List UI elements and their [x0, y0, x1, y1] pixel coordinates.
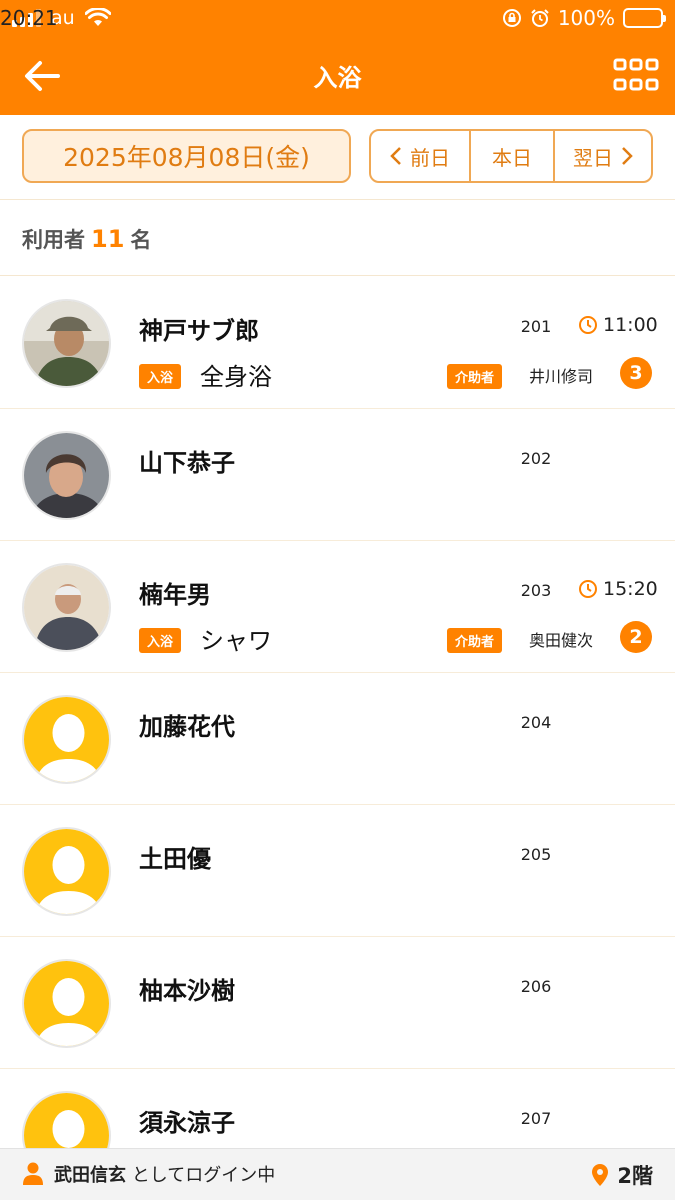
resident-list: 神戸サブ郎 201 11:00 入浴 全身浴 介助者 井川修司 3 山下恭子 2… [0, 277, 675, 1200]
avatar [22, 431, 111, 520]
avatar [22, 827, 111, 916]
helper-name: 井川修司 [529, 367, 594, 386]
floor-selector[interactable]: 2階 [591, 1160, 653, 1190]
elder-woman-photo [24, 433, 109, 518]
rotation-lock-icon [502, 9, 521, 27]
count-prefix: 利用者 [22, 228, 85, 252]
bath-time-value: 15:20 [603, 578, 658, 600]
helper-badge: 介助者 [447, 364, 503, 389]
person-placeholder-icon [24, 697, 109, 782]
person-icon [23, 1162, 43, 1185]
date-picker[interactable]: 2025年08月08日(金) [22, 129, 351, 183]
resident-row[interactable]: 加藤花代 204 [0, 673, 675, 805]
avatar [22, 563, 111, 652]
avatar [22, 959, 111, 1048]
room-number: 201 [520, 317, 552, 336]
room-number: 202 [520, 449, 552, 468]
prev-day-button[interactable]: 前日 [371, 131, 469, 181]
next-day-button[interactable]: 翌日 [553, 131, 651, 181]
bath-time-value: 11:00 [603, 314, 658, 336]
resident-count: 11 [91, 225, 125, 253]
resident-name: 山下恭子 [139, 449, 235, 477]
resident-row[interactable]: 楠年男 203 15:20 入浴 シャワ 介助者 奥田健次 2 [0, 541, 675, 673]
clock-icon [579, 316, 597, 334]
room-number: 206 [520, 977, 552, 996]
today-label: 本日 [492, 145, 532, 170]
bath-badge: 入浴 [139, 628, 182, 653]
bath-time: 15:20 [578, 578, 658, 600]
helper-badge: 介助者 [447, 628, 503, 653]
status-bar: au 20:21 100% [0, 0, 675, 38]
bath-type: 全身浴 [200, 363, 272, 391]
bath-badge: 入浴 [139, 364, 182, 389]
resident-row[interactable]: 土田優 205 [0, 805, 675, 937]
resident-name: 土田優 [139, 845, 211, 873]
resident-count-bar: 利用者 11 名 [0, 200, 675, 276]
resident-name: 神戸サブ郎 [139, 317, 259, 345]
resident-row[interactable]: 柚本沙樹 206 [0, 937, 675, 1069]
chevron-right-icon [622, 147, 633, 165]
avatar [22, 299, 111, 388]
battery-percent: 100% [557, 6, 615, 30]
helper-name: 奥田健次 [529, 631, 594, 650]
count-suffix: 名 [130, 228, 152, 252]
resident-name: 柚本沙樹 [139, 977, 235, 1005]
battery-icon [623, 8, 666, 28]
room-number: 207 [520, 1109, 552, 1128]
resident-row[interactable]: 神戸サブ郎 201 11:00 入浴 全身浴 介助者 井川修司 3 [0, 277, 675, 409]
resident-name: 加藤花代 [139, 713, 235, 741]
bath-time: 11:00 [578, 314, 658, 336]
clock-icon [579, 580, 597, 598]
login-user-name: 武田信玄 [54, 1165, 126, 1186]
chevron-left-icon [390, 147, 401, 165]
next-day-label: 翌日 [573, 145, 613, 170]
count-badge: 2 [620, 621, 652, 653]
location-pin-icon [592, 1164, 609, 1186]
header-bar: au 20:21 100% 入浴 [0, 0, 675, 115]
prev-day-label: 前日 [410, 145, 450, 170]
grid-menu-icon[interactable] [613, 56, 659, 96]
bath-type: シャワ [200, 627, 272, 655]
date-bar: 2025年08月08日(金) 前日 本日 翌日 [0, 115, 675, 200]
room-number: 205 [520, 845, 552, 864]
day-navigation: 前日 本日 翌日 [369, 129, 653, 183]
login-suffix: としてログイン中 [131, 1165, 276, 1186]
count-badge: 3 [620, 357, 652, 389]
room-number: 204 [520, 713, 552, 732]
resident-name: 楠年男 [139, 581, 211, 609]
page-title: 入浴 [313, 64, 362, 92]
elder-man-photo [24, 565, 109, 650]
room-number: 203 [520, 581, 552, 600]
floor-label: 2階 [617, 1164, 653, 1188]
person-placeholder-icon [24, 829, 109, 914]
person-placeholder-icon [24, 961, 109, 1046]
today-button[interactable]: 本日 [469, 131, 553, 181]
alarm-icon [531, 9, 549, 27]
resident-name: 須永涼子 [139, 1109, 235, 1137]
avatar [22, 695, 111, 784]
login-status-bar: 武田信玄 としてログイン中 2階 [0, 1148, 675, 1200]
resident-row[interactable]: 山下恭子 202 [0, 409, 675, 541]
elder-man-photo [24, 301, 109, 386]
